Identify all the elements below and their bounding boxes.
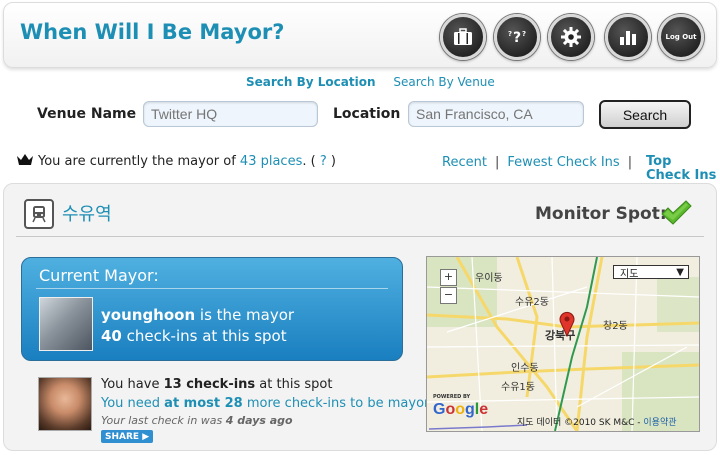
venue-map[interactable]: + − 지도 ▼ 우이동 수유2동 창2동 강북구 인수동 수유1동 POWERE… [426, 256, 700, 432]
mayor-summary: younghoon is the mayor [101, 306, 294, 324]
needed-suffix: more check-ins to be mayor! [242, 396, 435, 411]
crown-icon [17, 154, 33, 165]
help-button[interactable]: ? ? ? [494, 14, 540, 60]
sort-options: Recent | Fewest Check Ins | [442, 155, 633, 170]
your-checkins-prefix: You have [101, 377, 164, 392]
help-icon: ? ? ? [508, 30, 526, 46]
briefcase-button[interactable] [440, 14, 486, 60]
map-type-select[interactable]: 지도 ▼ [613, 265, 689, 280]
map-copyright: 지도 데이터 ©2010 SK M&C - 이용약관 [517, 415, 677, 428]
settings-button[interactable] [548, 14, 594, 60]
checkins-needed: You need at most 28 more check-ins to be… [101, 396, 435, 411]
map-zoom-out-button[interactable]: − [440, 287, 457, 304]
tab-search-by-venue[interactable]: Search By Venue [393, 75, 494, 89]
checkmark-icon[interactable] [660, 200, 692, 226]
map-label: 수유2동 [515, 297, 549, 308]
last-checkin: Your last check in was 4 days ago [101, 414, 293, 427]
location-input[interactable] [408, 101, 584, 127]
status-suffix: . ( [302, 154, 316, 169]
venue-name-input[interactable] [143, 101, 318, 127]
status-prefix: You are currently the mayor of [38, 154, 236, 169]
venue-category [24, 199, 54, 229]
places-count-link[interactable]: 43 places [240, 154, 302, 169]
your-checkin-count: 13 check-ins [163, 377, 256, 392]
logout-button[interactable]: Log Out [658, 14, 704, 60]
status-close: ) [330, 154, 336, 169]
tab-search-by-location[interactable]: Search By Location [246, 75, 376, 89]
briefcase-icon [454, 28, 472, 45]
card-divider [16, 236, 704, 237]
logout-label: Log Out [665, 33, 697, 41]
map-label: 인수동 [511, 363, 539, 374]
map-label: 우이동 [475, 273, 503, 284]
help-link[interactable]: ? [320, 154, 327, 169]
mayor-checkin-count: 40 [101, 327, 122, 345]
mayor-avatar[interactable] [39, 297, 93, 351]
map-marker-icon[interactable] [559, 311, 575, 337]
header-bar: When Will I Be Mayor? ? ? ? Log Out [3, 2, 717, 68]
mayor-username[interactable]: younghoon [101, 306, 195, 324]
map-zoom-in-button[interactable]: + [440, 269, 457, 286]
svg-text:?: ? [522, 30, 526, 38]
bar-chart-icon [620, 31, 636, 45]
location-label: Location [333, 106, 401, 122]
mayor-checkins: 40 check-ins at this spot [101, 327, 287, 345]
current-mayor-title: Current Mayor: [39, 266, 159, 285]
map-label: 창2동 [603, 321, 628, 332]
last-checkin-prefix: Your last check in was [101, 414, 226, 427]
map-label: 수유1동 [501, 382, 535, 393]
stats-button[interactable] [605, 14, 651, 60]
needed-amount: at most 28 [164, 396, 243, 411]
your-checkins: You have 13 check-ins at this spot [101, 377, 332, 392]
app-title: When Will I Be Mayor? [20, 20, 285, 44]
search-mode-tabs: Search By Location Search By Venue [246, 75, 509, 89]
search-button[interactable]: Search [599, 100, 691, 129]
sort-recent[interactable]: Recent [442, 155, 487, 170]
share-button[interactable]: SHARE ▶ [101, 430, 154, 443]
map-type-value: 지도 [620, 268, 639, 280]
last-checkin-when: 4 days ago [225, 414, 293, 427]
mayor-checkins-text: check-ins at this spot [121, 327, 287, 345]
venue-name-label: Venue Name [37, 106, 137, 122]
venue-name[interactable]: 수유역 [62, 200, 112, 226]
venue-card: 수유역 Monitor Spot: Current Mayor: youngho… [3, 183, 717, 451]
your-checkins-suffix: at this spot [255, 377, 333, 392]
gear-icon [561, 27, 581, 47]
map-terms-link[interactable]: 이용약관 [643, 418, 676, 428]
svg-text:?: ? [513, 30, 521, 46]
user-avatar[interactable] [38, 377, 92, 431]
sort-top-check-ins[interactable]: Top Check Ins [646, 155, 718, 183]
map-copyright-text: 지도 데이터 ©2010 SK M&C - [517, 418, 644, 428]
mayor-is-text: is the mayor [195, 306, 295, 324]
mayor-status: You are currently the mayor of 43 places… [16, 153, 336, 169]
google-logo[interactable]: Google [433, 401, 488, 419]
monitor-spot-label: Monitor Spot: [535, 204, 667, 224]
mayor-divider [36, 288, 388, 289]
chevron-down-icon: ▼ [676, 266, 684, 278]
svg-text:?: ? [508, 30, 512, 38]
needed-prefix: You need [101, 396, 165, 411]
current-mayor-panel: Current Mayor: younghoon is the mayor 40… [21, 257, 403, 361]
powered-by-label: POWERED BY [433, 394, 471, 400]
train-icon [32, 206, 46, 223]
sort-fewest-check-ins[interactable]: Fewest Check Ins [507, 155, 619, 170]
